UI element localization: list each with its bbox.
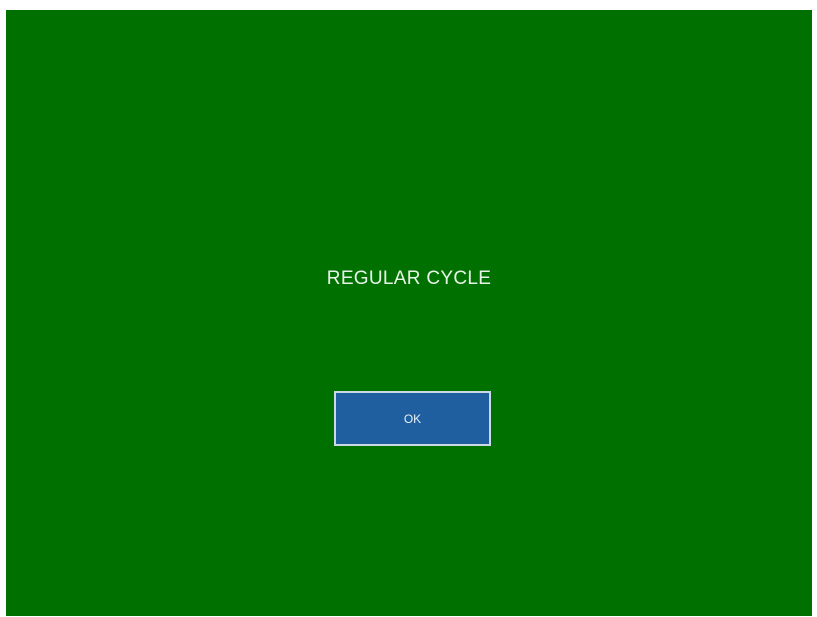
ok-button[interactable]: OK bbox=[334, 391, 491, 446]
screen-frame: REGULAR CYCLE OK bbox=[6, 10, 812, 616]
cycle-screen: REGULAR CYCLE OK bbox=[6, 10, 812, 616]
cycle-message: REGULAR CYCLE bbox=[326, 268, 492, 289]
